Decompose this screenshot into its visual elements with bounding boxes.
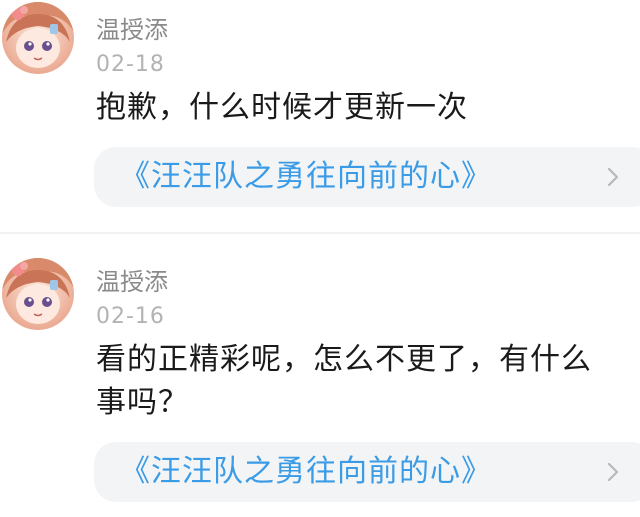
comment-author[interactable]: 温授添 (96, 268, 168, 296)
avatar[interactable] (2, 2, 74, 74)
comment-date: 02-16 (96, 304, 165, 329)
avatar-image (2, 2, 74, 74)
book-title-link[interactable]: 《汪汪队之勇往向前的心》 (120, 147, 492, 207)
avatar-image (2, 258, 74, 330)
chevron-right-icon (607, 167, 619, 187)
comment-author[interactable]: 温授添 (96, 16, 168, 44)
comment-divider (0, 232, 640, 234)
comment-text: 抱歉，什么时候才更新一次 (96, 90, 468, 125)
comment-date: 02-18 (96, 52, 165, 77)
book-link-card[interactable]: 《汪汪队之勇往向前的心》 (94, 442, 640, 502)
avatar[interactable] (2, 258, 74, 330)
book-title-link[interactable]: 《汪汪队之勇往向前的心》 (120, 442, 492, 502)
chevron-right-icon (607, 462, 619, 482)
book-link-card[interactable]: 《汪汪队之勇往向前的心》 (94, 147, 640, 207)
comment-text: 看的正精彩呢，怎么不更了，有什么事吗？ (96, 342, 592, 420)
